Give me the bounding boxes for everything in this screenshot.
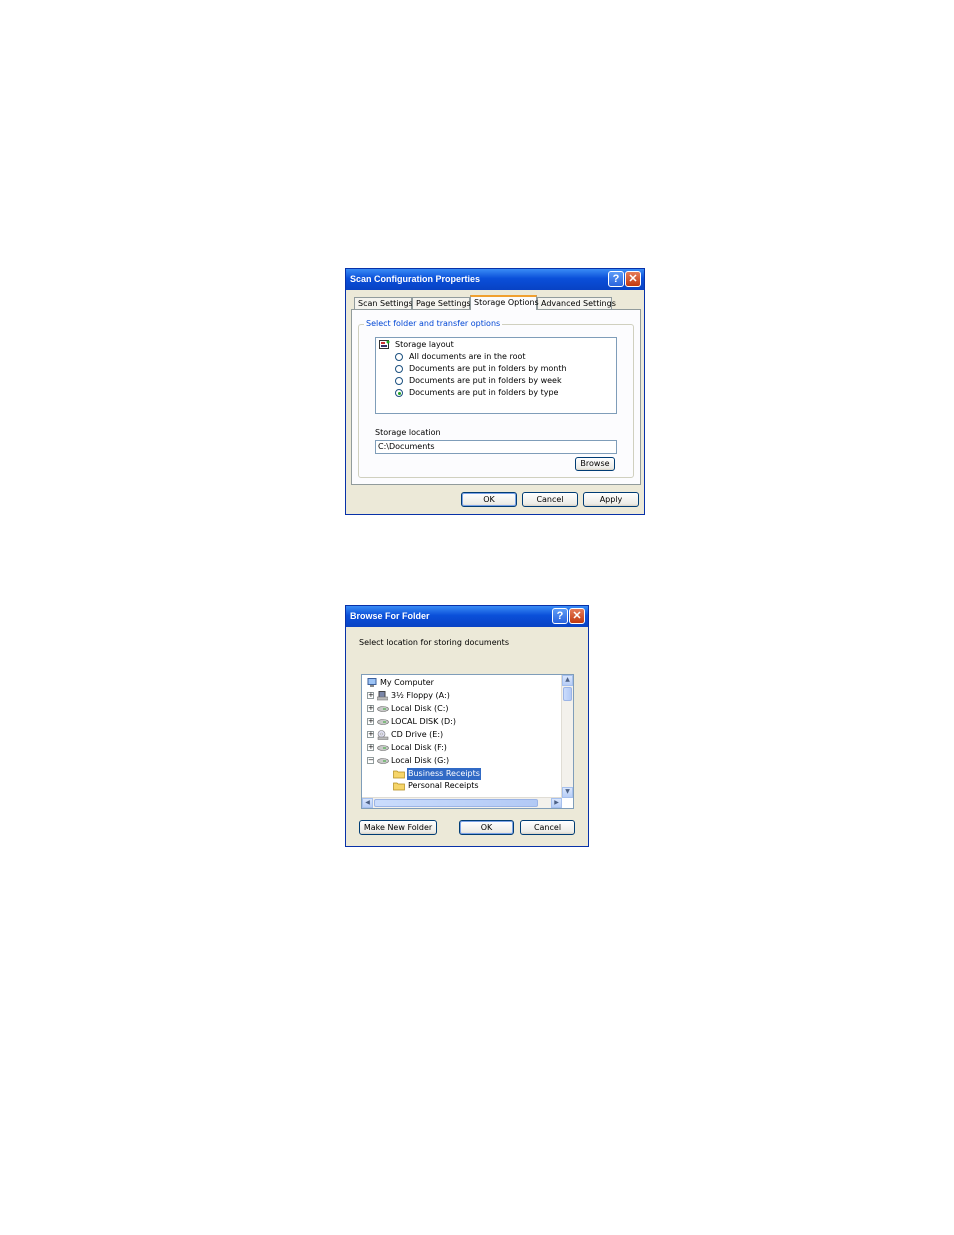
cancel-button[interactable]: Cancel: [522, 492, 578, 507]
tab-label: Advanced Settings: [541, 299, 616, 308]
ok-button[interactable]: OK: [459, 820, 514, 835]
folder-transfer-group: Select folder and transfer options Stora…: [358, 319, 634, 478]
dialog-title: Browse For Folder: [350, 611, 430, 621]
radio-button[interactable]: [395, 365, 403, 373]
dialog-body: Select location for storing documents My…: [349, 627, 585, 843]
hard-drive-icon: [377, 743, 389, 757]
storage-location-input[interactable]: C:\Documents: [375, 440, 617, 454]
scan-configuration-dialog: Scan Configuration Properties ? ✕ Scan S…: [345, 268, 645, 515]
expand-toggle[interactable]: +: [367, 731, 374, 738]
tree-item-label: Business Receipts: [407, 768, 481, 780]
dialog-body: Scan Settings Page Settings Storage Opti…: [349, 290, 641, 511]
scroll-left-icon[interactable]: ◀: [362, 798, 373, 808]
expand-toggle[interactable]: +: [367, 692, 374, 699]
radio-button[interactable]: [395, 389, 403, 397]
radio-button[interactable]: [395, 353, 403, 361]
close-button[interactable]: ✕: [625, 271, 641, 287]
layout-option-label: Documents are put in folders by week: [409, 376, 562, 385]
tree-item-label: Local Disk (F:): [391, 743, 447, 752]
storage-layout-label: Storage layout: [395, 340, 454, 349]
tree-item-label: Personal Receipts: [408, 781, 479, 790]
tab-label: Storage Options: [474, 298, 539, 307]
hard-drive-icon: [377, 756, 389, 770]
tree-item-label: Local Disk (G:): [391, 756, 450, 765]
instruction-text: Select location for storing documents: [359, 638, 509, 647]
make-new-folder-button[interactable]: Make New Folder: [359, 820, 437, 835]
storage-location-label: Storage location: [375, 428, 441, 437]
expand-toggle[interactable]: +: [367, 705, 374, 712]
layout-option-label: Documents are put in folders by type: [409, 388, 559, 397]
tree-item-label: CD Drive (E:): [391, 730, 444, 739]
tree-item-label: Local Disk (C:): [391, 704, 449, 713]
storage-layout-icon: [379, 340, 390, 354]
close-button[interactable]: ✕: [569, 608, 585, 624]
tab-label: Page Settings: [416, 299, 471, 308]
floppy-drive-icon: [376, 691, 389, 705]
title-bar[interactable]: Scan Configuration Properties ? ✕: [346, 269, 644, 290]
dialog-title: Scan Configuration Properties: [350, 274, 481, 284]
scroll-thumb[interactable]: [374, 799, 538, 807]
ok-button[interactable]: OK: [461, 492, 517, 507]
scroll-up-icon[interactable]: ▲: [562, 675, 573, 686]
storage-options-panel: Select folder and transfer options Stora…: [351, 309, 641, 485]
hard-drive-icon: [377, 704, 389, 718]
tree-item-label: My Computer: [380, 678, 434, 687]
horizontal-scrollbar[interactable]: ◀ ▶: [362, 797, 562, 808]
storage-layout-list: Storage layout All documents are in the …: [375, 337, 617, 414]
vertical-scrollbar[interactable]: ▲ ▼: [561, 675, 573, 798]
cd-drive-icon: [377, 730, 389, 744]
scroll-thumb[interactable]: [563, 687, 572, 701]
tab-label: Scan Settings: [358, 299, 413, 308]
help-button[interactable]: ?: [552, 608, 568, 624]
folder-icon: [393, 781, 405, 795]
expand-toggle[interactable]: +: [367, 718, 374, 725]
tree-item-label: LOCAL DISK (D:): [391, 717, 457, 726]
help-button[interactable]: ?: [608, 271, 624, 287]
tree-item-label: 3½ Floppy (A:): [391, 691, 450, 700]
group-label: Select folder and transfer options: [364, 319, 503, 328]
radio-button[interactable]: [395, 377, 403, 385]
tab-storage-options[interactable]: Storage Options: [470, 295, 539, 310]
scroll-down-icon[interactable]: ▼: [562, 787, 573, 798]
cancel-button[interactable]: Cancel: [520, 820, 575, 835]
collapse-toggle[interactable]: −: [367, 757, 374, 764]
apply-button[interactable]: Apply: [583, 492, 639, 507]
layout-option-label: Documents are put in folders by month: [409, 364, 567, 373]
computer-icon: [367, 678, 377, 692]
expand-toggle[interactable]: +: [367, 744, 374, 751]
layout-option-label: All documents are in the root: [409, 352, 526, 361]
title-bar[interactable]: Browse For Folder ? ✕: [346, 606, 588, 627]
hard-drive-icon: [377, 717, 389, 731]
folder-tree[interactable]: My Computer + 3½ Floppy (A:) + Local Dis…: [361, 674, 574, 809]
browse-for-folder-dialog: Browse For Folder ? ✕ Select location fo…: [345, 605, 589, 847]
scroll-right-icon[interactable]: ▶: [551, 798, 562, 808]
browse-button[interactable]: Browse: [575, 457, 615, 471]
